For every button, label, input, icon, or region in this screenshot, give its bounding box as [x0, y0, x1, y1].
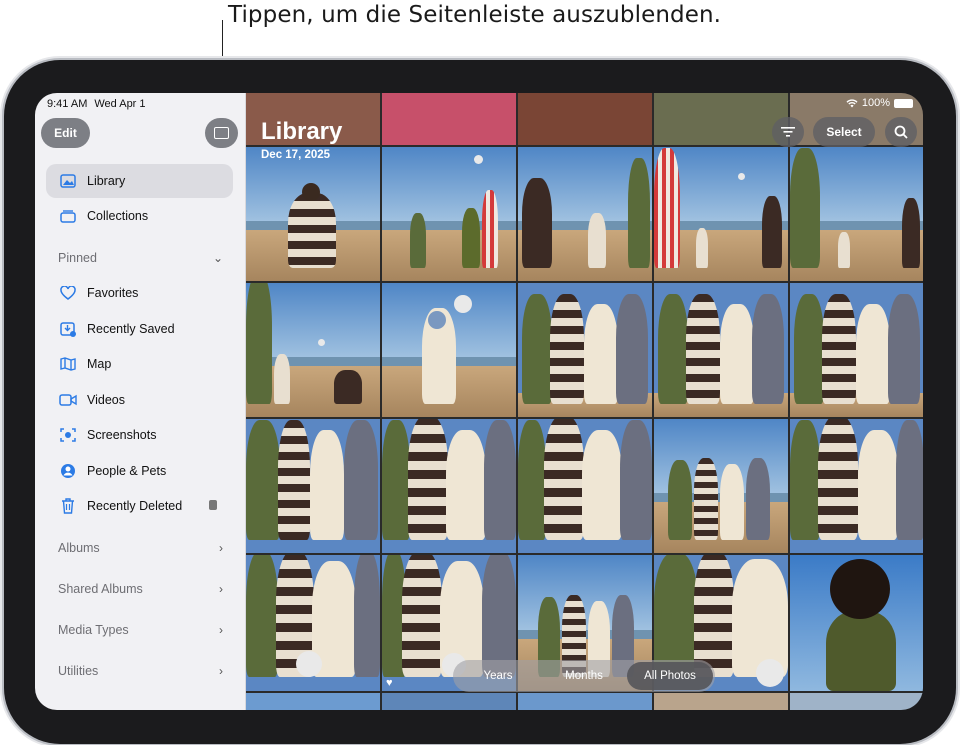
photo-tile[interactable]: [654, 283, 788, 417]
person-icon: [59, 462, 77, 480]
status-bar-right: 100%: [846, 97, 913, 109]
select-button[interactable]: Select: [813, 117, 875, 147]
photo-tile[interactable]: [518, 283, 652, 417]
photo-library-icon: [59, 172, 77, 190]
sidebar-item-people-pets[interactable]: People & Pets: [46, 454, 233, 488]
photo-tile[interactable]: [654, 419, 788, 553]
section-label: Media Types: [58, 623, 129, 637]
screenshot-icon: [59, 426, 77, 444]
sort-filter-button[interactable]: [772, 117, 804, 147]
photo-tile[interactable]: [518, 419, 652, 553]
section-media-types[interactable]: Media Types ›: [58, 623, 223, 637]
library-date: Dec 17, 2025: [261, 149, 331, 161]
photo-tile[interactable]: [654, 93, 788, 145]
sidebar-item-screenshots[interactable]: Screenshots: [46, 418, 233, 452]
photo-tile[interactable]: [518, 693, 652, 710]
photo-tile[interactable]: [790, 147, 923, 281]
chevron-right-icon: ›: [219, 541, 223, 555]
section-pinned[interactable]: Pinned ⌄: [58, 251, 223, 265]
photo-tile[interactable]: [246, 419, 380, 553]
chevron-right-icon: ›: [219, 664, 223, 678]
sidebar-item-map[interactable]: Map: [46, 347, 233, 381]
photo-tile[interactable]: [382, 93, 516, 145]
sidebar-item-label: Favorites: [87, 286, 139, 300]
view-months[interactable]: Months: [541, 662, 627, 690]
chevron-right-icon: ›: [219, 582, 223, 596]
search-button[interactable]: [885, 117, 917, 147]
edit-button[interactable]: Edit: [41, 118, 90, 148]
recently-saved-icon: [59, 320, 77, 338]
sidebar-item-label: Collections: [87, 209, 149, 223]
sidebar-toggle-icon: [214, 127, 229, 139]
photo-tile[interactable]: [518, 93, 652, 145]
collections-icon: [59, 207, 77, 225]
map-icon: [59, 355, 77, 373]
sidebar-item-recently-saved[interactable]: Recently Saved: [46, 312, 233, 346]
photo-tile[interactable]: [246, 693, 380, 710]
view-segmented-control[interactable]: Years Months All Photos: [453, 660, 715, 692]
section-label: Albums: [58, 541, 100, 555]
photo-tile[interactable]: [790, 419, 923, 553]
photo-tile[interactable]: [382, 693, 516, 710]
heart-icon: [59, 284, 77, 302]
sidebar-item-recently-deleted[interactable]: Recently Deleted: [46, 489, 233, 523]
sidebar-item-label: Library: [87, 174, 126, 188]
sidebar-item-label: Recently Deleted: [87, 499, 183, 513]
photo-tile[interactable]: [246, 283, 380, 417]
sidebar-toggle-button[interactable]: [205, 118, 238, 148]
section-albums[interactable]: Albums ›: [58, 541, 223, 555]
photo-tile[interactable]: [790, 283, 923, 417]
view-all-photos[interactable]: All Photos: [627, 662, 713, 690]
status-date: Wed Apr 1: [94, 98, 146, 110]
photo-tile[interactable]: [382, 147, 516, 281]
photo-tile[interactable]: [246, 147, 380, 281]
sidebar-item-videos[interactable]: Videos: [46, 383, 233, 417]
photo-tile[interactable]: [382, 283, 516, 417]
photo-tile[interactable]: [518, 147, 652, 281]
sidebar-item-label: Map: [87, 357, 112, 371]
photo-tile[interactable]: [790, 693, 923, 710]
sidebar-item-label: People & Pets: [87, 464, 167, 478]
view-years[interactable]: Years: [455, 662, 541, 690]
sidebar-item-label: Videos: [87, 393, 125, 407]
photo-tile[interactable]: [382, 419, 516, 553]
filter-icon: [781, 127, 795, 137]
section-label: Pinned: [58, 251, 97, 265]
photo-tile[interactable]: [654, 693, 788, 710]
page-title: Library: [261, 118, 343, 145]
sidebar-item-library[interactable]: Library: [46, 164, 233, 198]
trash-icon: [59, 497, 77, 515]
chevron-right-icon: ›: [219, 623, 223, 637]
status-time: 9:41 AM: [47, 98, 88, 110]
screen: Library Dec 17, 2025 100% Select ♥ Years…: [35, 93, 923, 710]
chevron-down-icon: ⌄: [212, 251, 223, 265]
photo-tile[interactable]: [790, 555, 923, 691]
battery-percent: 100%: [861, 97, 890, 109]
section-label: Shared Albums: [58, 582, 143, 596]
wifi-icon: [846, 98, 858, 107]
sidebar-item-label: Recently Saved: [87, 322, 175, 336]
sidebar: 9:41 AM Wed Apr 1 Edit Library Collection…: [35, 93, 246, 710]
section-label: Utilities: [58, 664, 99, 678]
sidebar-item-label: Screenshots: [87, 428, 157, 442]
video-icon: [59, 391, 77, 409]
battery-icon: [894, 98, 913, 108]
section-shared-albums[interactable]: Shared Albums ›: [58, 582, 223, 596]
favorite-heart-icon: ♥: [386, 677, 393, 689]
status-bar-left: 9:41 AM Wed Apr 1: [47, 98, 153, 110]
search-icon: [894, 125, 908, 139]
lock-icon: [209, 500, 217, 510]
photo-tile[interactable]: [654, 147, 788, 281]
callout-text: Tippen, um die Seitenleiste auszublenden…: [228, 2, 722, 28]
section-utilities[interactable]: Utilities ›: [58, 664, 223, 678]
sidebar-item-collections[interactable]: Collections: [46, 199, 233, 233]
photo-tile[interactable]: [246, 555, 380, 691]
sidebar-item-favorites[interactable]: Favorites: [46, 276, 233, 310]
